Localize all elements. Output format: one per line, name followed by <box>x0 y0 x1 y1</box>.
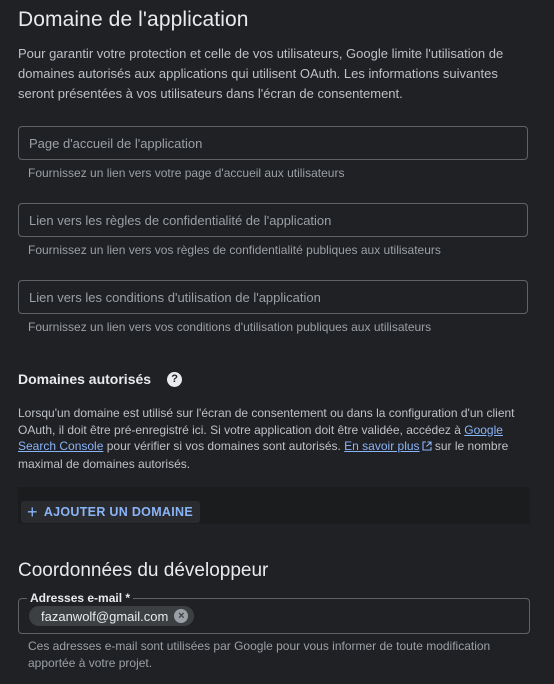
privacy-policy-input[interactable]: Lien vers les règles de confidentialité … <box>18 203 528 237</box>
authorized-domains-title: Domaines autorisés <box>18 371 152 387</box>
desc-part-2: pour vérifier si vos domaines sont autor… <box>103 439 345 453</box>
email-field-label: Adresses e-mail * <box>27 591 134 605</box>
terms-of-service-placeholder: Lien vers les conditions d'utilisation d… <box>29 290 321 305</box>
email-chip-label: fazanwolf@gmail.com <box>41 608 169 624</box>
help-circle-icon[interactable]: ? <box>167 371 183 387</box>
terms-of-service-input[interactable]: Lien vers les conditions d'utilisation d… <box>18 280 528 314</box>
email-chip: fazanwolf@gmail.com × <box>29 606 195 626</box>
learn-more-link[interactable]: En savoir plus <box>344 439 419 453</box>
close-icon[interactable]: × <box>174 609 189 623</box>
developer-email-hint: Ces adresses e-mail sont utilisées par G… <box>28 639 491 670</box>
authorized-domains-heading: Domaines autorisés ? <box>18 371 183 387</box>
terms-of-service-hint: Fournissez un lien vers vos conditions d… <box>28 320 432 334</box>
homepage-input[interactable]: Page d'accueil de l'application <box>18 126 528 160</box>
developer-email-field[interactable]: Adresses e-mail * fazanwolf@gmail.com × <box>18 591 530 634</box>
privacy-policy-placeholder: Lien vers les règles de confidentialité … <box>29 213 332 228</box>
learn-more-label: En savoir plus <box>344 439 420 453</box>
add-domain-label: AJOUTER UN DOMAINE <box>43 505 193 519</box>
homepage-placeholder: Page d'accueil de l'application <box>29 136 203 151</box>
app-domain-title: Domaine de l'application <box>18 8 249 31</box>
desc-part-1: Lorsqu'un domaine est utilisé sur l'écra… <box>18 406 515 437</box>
developer-contact-title: Coordonnées du développeur <box>18 560 269 581</box>
add-domain-button[interactable]: + AJOUTER UN DOMAINE <box>21 501 200 523</box>
plus-icon: + <box>27 502 38 522</box>
homepage-hint: Fournissez un lien vers votre page d'acc… <box>28 166 345 180</box>
authorized-domains-description: Lorsqu'un domaine est utilisé sur l'écra… <box>18 405 530 472</box>
open-in-new-icon <box>421 439 432 456</box>
app-domain-intro: Pour garantir votre protection et celle … <box>18 46 504 101</box>
privacy-policy-hint: Fournissez un lien vers vos règles de co… <box>28 243 441 257</box>
add-domain-area: + AJOUTER UN DOMAINE <box>18 487 530 524</box>
